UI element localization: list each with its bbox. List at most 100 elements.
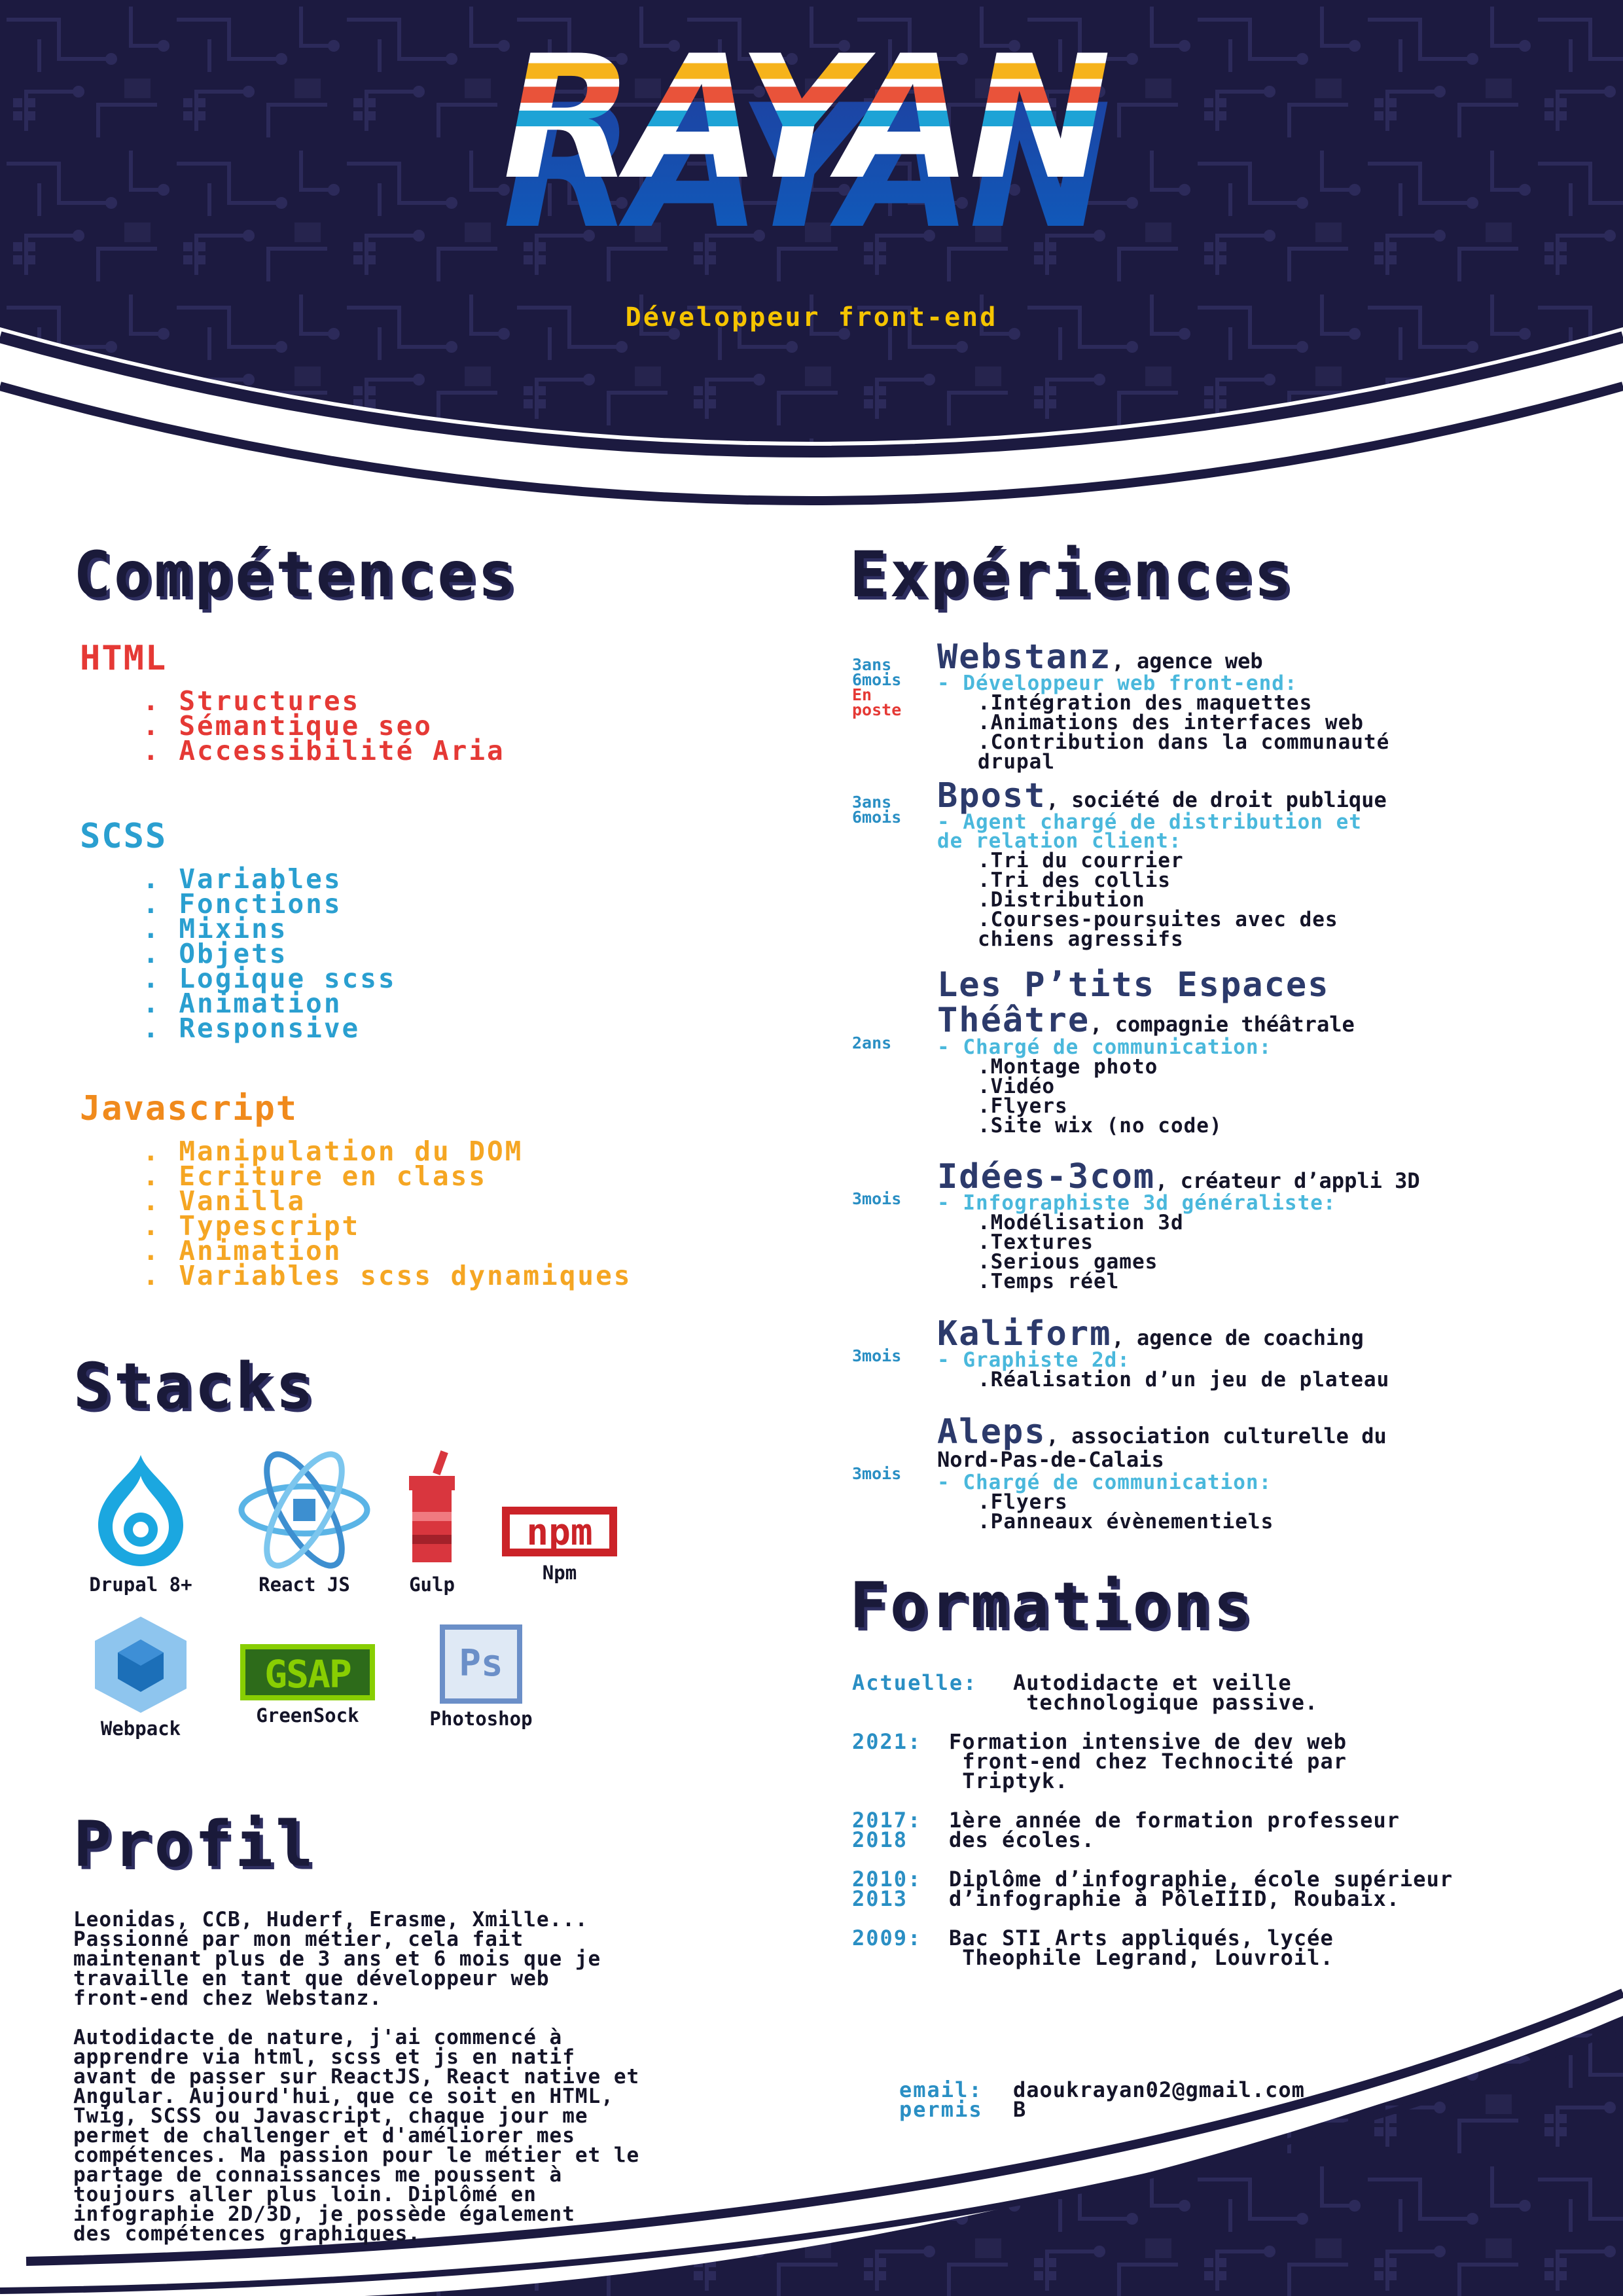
experience-aleps: Aleps, association culturelle du Nord-Pa… bbox=[937, 1415, 1605, 1532]
job-title: Développeur front-end bbox=[625, 302, 998, 332]
gsap-icon: GSAP bbox=[240, 1644, 375, 1700]
experience-company-desc: , agence web bbox=[1111, 649, 1263, 673]
skill-item: . Variables scss dynamiques bbox=[143, 1260, 632, 1291]
experience-task: .Distribution bbox=[978, 888, 1145, 912]
profil-title: Profil bbox=[73, 1808, 316, 1881]
skill-group-title: HTML bbox=[80, 639, 168, 678]
permis-value: B bbox=[1013, 2097, 1027, 2122]
stack-gulp: Gulp bbox=[393, 1450, 471, 1596]
experiences-title: Expériences bbox=[849, 538, 1294, 611]
formation-text: Formation intensive de dev web front-end… bbox=[949, 1729, 1347, 1793]
npm-logo-text: npm bbox=[526, 1511, 592, 1554]
experience-task: .Intégration des maquettes bbox=[978, 691, 1313, 715]
email-value[interactable]: daoukrayan02@gmail.com bbox=[1013, 2079, 1305, 2100]
formation-text: Bac STI Arts appliqués, lycée Theophile … bbox=[949, 1926, 1334, 1970]
experience-duration: 3mois bbox=[852, 1464, 902, 1483]
formation-text: Diplôme d’infographie, école supérieur d… bbox=[949, 1867, 1454, 1911]
stack-drupal: Drupal 8+ bbox=[65, 1450, 216, 1596]
skill-group-title: SCSS bbox=[80, 817, 168, 856]
experience-company-desc: , compagnie théâtrale bbox=[1090, 1012, 1355, 1037]
stack-photoshop: Ps Photoshop bbox=[406, 1623, 556, 1730]
experience-task: .Flyers bbox=[978, 1094, 1068, 1118]
experience-task: .Flyers bbox=[978, 1490, 1068, 1514]
ps-logo-text: Ps bbox=[459, 1642, 503, 1685]
experience-webstanz: Webstanz, agence web - Développeur web f… bbox=[937, 640, 1605, 772]
experience-role: - Chargé de communication: bbox=[937, 1471, 1272, 1494]
experience-task: .Montage photo bbox=[978, 1055, 1158, 1079]
gsap-logo-text: GSAP bbox=[264, 1652, 351, 1696]
experience-company-desc: , agence de coaching bbox=[1111, 1325, 1364, 1350]
experience-kaliform: Kaliform, agence de coaching - Graphiste… bbox=[937, 1317, 1605, 1390]
formation-year: 2009: bbox=[852, 1926, 922, 1950]
stack-label: Webpack bbox=[100, 1717, 181, 1740]
experience-role: - Graphiste 2d: bbox=[937, 1348, 1130, 1372]
experience-company: Kaliform bbox=[937, 1314, 1112, 1354]
skill-group-javascript: Javascript . Manipulation du DOM . Ecrit… bbox=[80, 1089, 632, 1291]
stack-label: GreenSock bbox=[256, 1704, 359, 1727]
profil-paragraph-1: Leonidas, CCB, Huderf, Erasme, Xmille...… bbox=[73, 1908, 601, 2010]
competences-title: Compétences bbox=[73, 538, 518, 611]
experience-task: .Modélisation 3d bbox=[978, 1211, 1184, 1234]
experience-task: .Site wix (no code) bbox=[978, 1114, 1222, 1138]
experience-task: .Textures bbox=[978, 1230, 1094, 1254]
experience-role: - Infographiste 3d généraliste: bbox=[937, 1191, 1336, 1215]
experience-company: Idées-3com bbox=[937, 1157, 1156, 1196]
stack-react: React JS bbox=[229, 1450, 380, 1596]
formation-text: Autodidacte et veille technologique pass… bbox=[1013, 1670, 1319, 1715]
experience-duration: 3ans 6mois bbox=[852, 793, 902, 827]
experience-task: .Vidéo bbox=[978, 1075, 1055, 1098]
formation-year: 2010: 2013 bbox=[852, 1867, 922, 1911]
gulp-icon bbox=[409, 1450, 455, 1562]
skill-item: . Responsive bbox=[143, 1013, 361, 1044]
stack-label: Photoshop bbox=[429, 1708, 533, 1730]
stack-label: Npm bbox=[542, 1562, 577, 1584]
experience-task: .Réalisation d’un jeu de plateau bbox=[978, 1368, 1390, 1391]
experience-duration: 2ans bbox=[852, 1033, 892, 1052]
npm-icon: npm bbox=[502, 1507, 617, 1556]
formations-title: Formations bbox=[849, 1569, 1254, 1642]
stack-label: Gulp bbox=[409, 1573, 455, 1596]
experience-duration: 3mois bbox=[852, 1189, 902, 1208]
formation-year: 2021: bbox=[852, 1729, 922, 1754]
current-badge: En poste bbox=[852, 685, 902, 719]
stack-greensock: GSAP GreenSock bbox=[236, 1643, 380, 1727]
formation-year: 2017: 2018 bbox=[852, 1808, 922, 1852]
stacks-title: Stacks bbox=[73, 1350, 316, 1423]
experience-task: .Tri du courrier bbox=[978, 849, 1184, 872]
drupal-icon bbox=[98, 1455, 183, 1566]
experience-company: Bpost bbox=[937, 776, 1046, 816]
profil-paragraph-2: Autodidacte de nature, j'ai commencé à a… bbox=[73, 2026, 640, 2246]
experience-task: .Temps réel bbox=[978, 1270, 1120, 1293]
stack-label: Drupal 8+ bbox=[89, 1573, 192, 1596]
experience-company: Aleps bbox=[937, 1412, 1046, 1452]
experience-role: - Chargé de communication: bbox=[937, 1035, 1272, 1059]
experience-role: - Développeur web front-end: bbox=[937, 672, 1298, 695]
rayan-logo: RAYAN RAYAN bbox=[503, 29, 1114, 252]
experience-task: .Tri des collis bbox=[978, 869, 1171, 892]
experience-task: .Panneaux évènementiels bbox=[978, 1510, 1274, 1534]
react-icon bbox=[238, 1451, 370, 1569]
experience-company: Webstanz bbox=[937, 637, 1112, 677]
svg-text:RAYAN: RAYAN bbox=[503, 29, 1110, 217]
webpack-icon bbox=[95, 1617, 187, 1713]
skill-group-scss: SCSS . Variables . Fonctions . Mixins . … bbox=[80, 817, 397, 1044]
formation-year: Actuelle: bbox=[852, 1670, 978, 1695]
experience-task: .Courses-poursuites avec des chiens agre… bbox=[978, 908, 1338, 951]
stack-label: React JS bbox=[259, 1573, 350, 1596]
photoshop-icon: Ps bbox=[440, 1624, 522, 1704]
experience-duration: 3mois bbox=[852, 1346, 902, 1365]
permis-label: permis bbox=[899, 2097, 983, 2122]
experience-task: .Serious games bbox=[978, 1250, 1158, 1274]
experience-company-desc: , société de droit publique bbox=[1046, 787, 1387, 812]
experience-task: .Contribution dans la communauté drupal bbox=[978, 730, 1390, 774]
experience-role: - Agent chargé de distribution et de rel… bbox=[937, 810, 1362, 853]
skill-group-title: Javascript bbox=[80, 1089, 298, 1128]
experience-duration: 3ans 6mois En poste bbox=[852, 655, 902, 719]
experience-theatre: Les P’tits Espaces Théâtre, compagnie th… bbox=[937, 967, 1605, 1136]
stack-webpack: Webpack bbox=[75, 1613, 206, 1740]
skill-item: . Accessibilité Aria bbox=[143, 735, 505, 766]
experience-idees3com: Idées-3com, créateur d’appli 3D - Infogr… bbox=[937, 1157, 1605, 1293]
experience-task: .Animations des interfaces web bbox=[978, 711, 1364, 734]
experience-bpost: Bpost, société de droit publique - Agent… bbox=[937, 776, 1605, 951]
skill-group-html: HTML . Structures . Sémantique seo . Acc… bbox=[80, 639, 505, 766]
